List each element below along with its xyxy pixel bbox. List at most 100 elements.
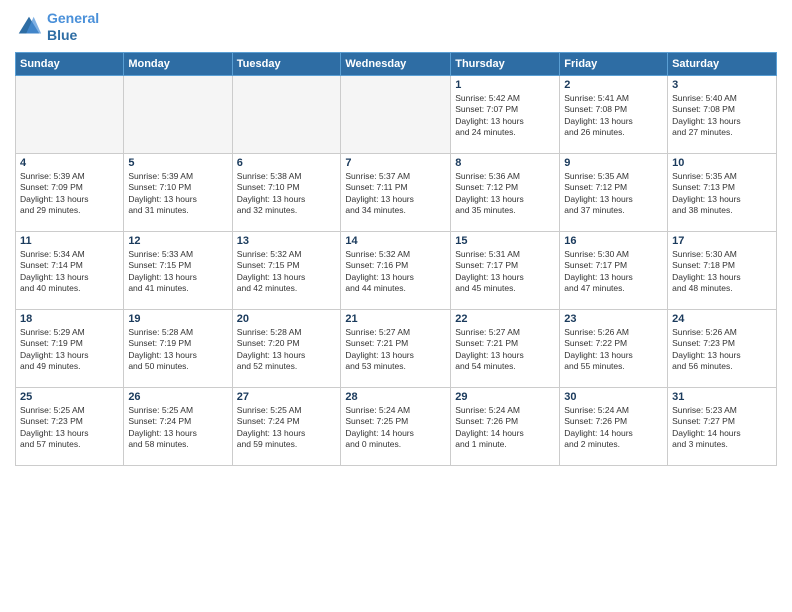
cell-info: Sunrise: 5:32 AMSunset: 7:16 PMDaylight:…	[345, 249, 446, 295]
day-number: 24	[672, 313, 772, 325]
calendar-cell: 9Sunrise: 5:35 AMSunset: 7:12 PMDaylight…	[560, 153, 668, 231]
calendar-cell: 23Sunrise: 5:26 AMSunset: 7:22 PMDayligh…	[560, 309, 668, 387]
calendar-cell: 24 Sunrise: 5:26 AMSunset: 7:23 PMDayligh…	[668, 309, 777, 387]
day-number: 13	[237, 235, 337, 247]
logo-text: General Blue	[47, 10, 99, 44]
day-number: 2	[564, 79, 663, 91]
calendar-cell	[341, 75, 451, 153]
calendar-cell: 2Sunrise: 5:41 AMSunset: 7:08 PMDaylight…	[560, 75, 668, 153]
cell-info: Sunrise: 5:30 AMSunset: 7:18 PMDaylight:…	[672, 249, 772, 295]
cell-info: Sunrise: 5:40 AMSunset: 7:08 PMDaylight:…	[672, 93, 772, 139]
day-number: 12	[128, 235, 227, 247]
day-number: 21	[345, 313, 446, 325]
calendar-week-4: 18Sunrise: 5:29 AMSunset: 7:19 PMDayligh…	[16, 309, 777, 387]
day-number: 31	[672, 391, 772, 403]
calendar-cell: 25 Sunrise: 5:25 AMSunset: 7:23 PMDayligh…	[16, 387, 124, 465]
day-number: 15	[455, 235, 555, 247]
day-number: 1	[455, 79, 555, 91]
calendar-cell: 5 Sunrise: 5:39 AMSunset: 7:10 PMDaylight…	[124, 153, 232, 231]
cell-info: Sunrise: 5:25 AMSunset: 7:24 PMDaylight:…	[237, 405, 337, 451]
day-number: 19	[128, 313, 227, 325]
calendar-cell: 28 Sunrise: 5:24 AMSunset: 7:25 PMDayligh…	[341, 387, 451, 465]
day-number: 18	[20, 313, 119, 325]
day-number: 25	[20, 391, 119, 403]
day-number: 3	[672, 79, 772, 91]
calendar-cell: 21 Sunrise: 5:27 AMSunset: 7:21 PMDayligh…	[341, 309, 451, 387]
cell-info: Sunrise: 5:24 AMSunset: 7:26 PMDaylight:…	[455, 405, 555, 451]
calendar-cell: 15Sunrise: 5:31 AMSunset: 7:17 PMDayligh…	[451, 231, 560, 309]
cell-info: Sunrise: 5:34 AMSunset: 7:14 PMDaylight:…	[20, 249, 119, 295]
day-number: 17	[672, 235, 772, 247]
calendar-table: SundayMondayTuesdayWednesdayThursdayFrid…	[15, 52, 777, 466]
day-number: 26	[128, 391, 227, 403]
calendar-cell: 7 Sunrise: 5:37 AMSunset: 7:11 PMDaylight…	[341, 153, 451, 231]
cell-info: Sunrise: 5:26 AMSunset: 7:23 PMDaylight:…	[672, 327, 772, 373]
calendar-cell: 22 Sunrise: 5:27 AMSunset: 7:21 PMDayligh…	[451, 309, 560, 387]
calendar-cell: 12 Sunrise: 5:33 AMSunset: 7:15 PMDayligh…	[124, 231, 232, 309]
weekday-header-sunday: Sunday	[16, 52, 124, 75]
weekday-header-saturday: Saturday	[668, 52, 777, 75]
day-number: 8	[455, 157, 555, 169]
cell-info: Sunrise: 5:25 AMSunset: 7:23 PMDaylight:…	[20, 405, 119, 451]
cell-info: Sunrise: 5:37 AMSunset: 7:11 PMDaylight:…	[345, 171, 446, 217]
calendar-cell: 18Sunrise: 5:29 AMSunset: 7:19 PMDayligh…	[16, 309, 124, 387]
day-number: 16	[564, 235, 663, 247]
weekday-header-thursday: Thursday	[451, 52, 560, 75]
calendar-cell: 27Sunrise: 5:25 AMSunset: 7:24 PMDayligh…	[232, 387, 341, 465]
day-number: 9	[564, 157, 663, 169]
calendar-cell: 26 Sunrise: 5:25 AMSunset: 7:24 PMDayligh…	[124, 387, 232, 465]
logo-icon	[15, 13, 43, 41]
day-number: 29	[455, 391, 555, 403]
cell-info: Sunrise: 5:24 AMSunset: 7:26 PMDaylight:…	[564, 405, 663, 451]
cell-info: Sunrise: 5:24 AMSunset: 7:25 PMDaylight:…	[345, 405, 446, 451]
cell-info: Sunrise: 5:33 AMSunset: 7:15 PMDaylight:…	[128, 249, 227, 295]
day-number: 5	[128, 157, 227, 169]
calendar-cell: 20Sunrise: 5:28 AMSunset: 7:20 PMDayligh…	[232, 309, 341, 387]
cell-info: Sunrise: 5:32 AMSunset: 7:15 PMDaylight:…	[237, 249, 337, 295]
calendar-cell: 30 Sunrise: 5:24 AMSunset: 7:26 PMDayligh…	[560, 387, 668, 465]
calendar-cell: 19 Sunrise: 5:28 AMSunset: 7:19 PMDayligh…	[124, 309, 232, 387]
day-number: 6	[237, 157, 337, 169]
weekday-header-wednesday: Wednesday	[341, 52, 451, 75]
cell-info: Sunrise: 5:36 AMSunset: 7:12 PMDaylight:…	[455, 171, 555, 217]
day-number: 7	[345, 157, 446, 169]
calendar-cell: 29 Sunrise: 5:24 AMSunset: 7:26 PMDayligh…	[451, 387, 560, 465]
calendar-cell: 1 Sunrise: 5:42 AMSunset: 7:07 PMDaylight…	[451, 75, 560, 153]
weekday-header-tuesday: Tuesday	[232, 52, 341, 75]
cell-info: Sunrise: 5:27 AMSunset: 7:21 PMDaylight:…	[455, 327, 555, 373]
calendar-cell	[232, 75, 341, 153]
calendar-week-5: 25 Sunrise: 5:25 AMSunset: 7:23 PMDayligh…	[16, 387, 777, 465]
calendar-week-2: 4Sunrise: 5:39 AMSunset: 7:09 PMDaylight…	[16, 153, 777, 231]
calendar-cell	[16, 75, 124, 153]
cell-info: Sunrise: 5:27 AMSunset: 7:21 PMDaylight:…	[345, 327, 446, 373]
day-number: 30	[564, 391, 663, 403]
day-number: 10	[672, 157, 772, 169]
weekday-header-row: SundayMondayTuesdayWednesdayThursdayFrid…	[16, 52, 777, 75]
logo: General Blue	[15, 10, 99, 44]
day-number: 28	[345, 391, 446, 403]
weekday-header-friday: Friday	[560, 52, 668, 75]
day-number: 20	[237, 313, 337, 325]
weekday-header-monday: Monday	[124, 52, 232, 75]
calendar-week-1: 1 Sunrise: 5:42 AMSunset: 7:07 PMDaylight…	[16, 75, 777, 153]
day-number: 11	[20, 235, 119, 247]
cell-info: Sunrise: 5:39 AMSunset: 7:10 PMDaylight:…	[128, 171, 227, 217]
cell-info: Sunrise: 5:28 AMSunset: 7:19 PMDaylight:…	[128, 327, 227, 373]
day-number: 23	[564, 313, 663, 325]
calendar-cell: 8 Sunrise: 5:36 AMSunset: 7:12 PMDaylight…	[451, 153, 560, 231]
calendar-cell: 10 Sunrise: 5:35 AMSunset: 7:13 PMDayligh…	[668, 153, 777, 231]
calendar-cell: 13 Sunrise: 5:32 AMSunset: 7:15 PMDayligh…	[232, 231, 341, 309]
calendar-cell: 14Sunrise: 5:32 AMSunset: 7:16 PMDayligh…	[341, 231, 451, 309]
calendar-cell	[124, 75, 232, 153]
calendar-cell: 3 Sunrise: 5:40 AMSunset: 7:08 PMDaylight…	[668, 75, 777, 153]
cell-info: Sunrise: 5:35 AMSunset: 7:13 PMDaylight:…	[672, 171, 772, 217]
day-number: 22	[455, 313, 555, 325]
cell-info: Sunrise: 5:30 AMSunset: 7:17 PMDaylight:…	[564, 249, 663, 295]
cell-info: Sunrise: 5:25 AMSunset: 7:24 PMDaylight:…	[128, 405, 227, 451]
calendar-cell: 6 Sunrise: 5:38 AMSunset: 7:10 PMDaylight…	[232, 153, 341, 231]
calendar-week-3: 11 Sunrise: 5:34 AMSunset: 7:14 PMDayligh…	[16, 231, 777, 309]
cell-info: Sunrise: 5:38 AMSunset: 7:10 PMDaylight:…	[237, 171, 337, 217]
cell-info: Sunrise: 5:23 AMSunset: 7:27 PMDaylight:…	[672, 405, 772, 451]
cell-info: Sunrise: 5:39 AMSunset: 7:09 PMDaylight:…	[20, 171, 119, 217]
cell-info: Sunrise: 5:42 AMSunset: 7:07 PMDaylight:…	[455, 93, 555, 139]
